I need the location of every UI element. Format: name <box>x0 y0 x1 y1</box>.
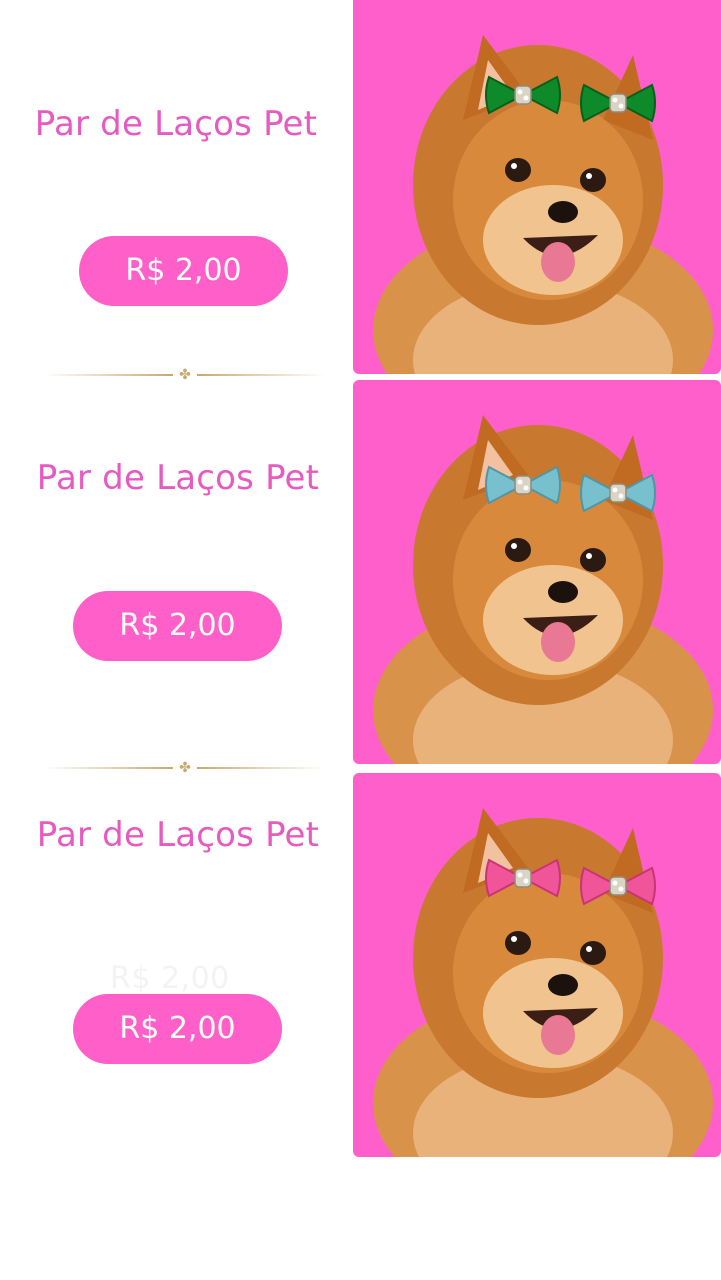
product-image[interactable] <box>353 0 721 374</box>
product-title: Par de Laços Pet <box>36 458 320 498</box>
dog-illustration <box>373 35 713 374</box>
price-button[interactable]: R$ 2,00 <box>73 994 282 1064</box>
price-button[interactable]: R$ 2,00 <box>79 236 288 306</box>
product-image[interactable] <box>353 380 721 764</box>
product-title: Par de Laços Pet <box>34 104 318 144</box>
price-button[interactable]: R$ 2,00 <box>73 591 282 661</box>
product-card-3: Par de Laços Pet R$ 2,00 R$ 2,00 <box>0 773 721 1158</box>
dog-illustration <box>373 415 713 764</box>
product-card-1: Par de Laços Pet R$ 2,00 <box>0 0 721 374</box>
product-title: Par de Laços Pet <box>36 815 320 855</box>
product-image[interactable] <box>353 773 721 1157</box>
ghost-price-text: R$ 2,00 <box>110 961 230 996</box>
product-card-2: Par de Laços Pet R$ 2,00 <box>0 380 721 765</box>
dog-illustration <box>373 808 713 1157</box>
